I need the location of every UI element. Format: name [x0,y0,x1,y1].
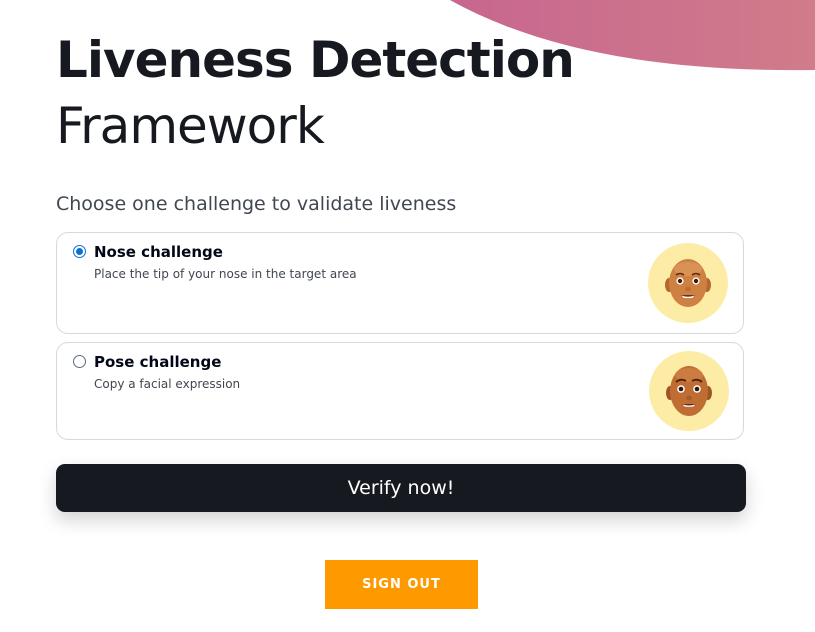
page-title: Liveness Detection [56,31,575,89]
challenge-prompt: Choose one challenge to validate livenes… [56,193,457,215]
sign-out-button[interactable]: SIGN OUT [325,560,478,609]
verify-now-button[interactable]: Verify now! [56,464,746,512]
pose-challenge-title: Pose challenge [94,353,222,371]
pose-challenge-description: Copy a facial expression [94,377,241,391]
pose-challenge-radio[interactable] [73,355,86,368]
page-subtitle: Framework [56,97,325,155]
pose-challenge-option[interactable]: Pose challenge Copy a facial expression [56,342,744,440]
face-avatar-icon [649,351,729,431]
nose-challenge-radio[interactable] [73,245,86,258]
liveness-page: Liveness Detection Framework Choose one … [0,0,815,632]
nose-challenge-title: Nose challenge [94,243,223,261]
face-avatar-icon [648,243,728,323]
nose-challenge-description: Place the tip of your nose in the target… [94,267,357,281]
nose-challenge-option[interactable]: Nose challenge Place the tip of your nos… [56,232,744,334]
